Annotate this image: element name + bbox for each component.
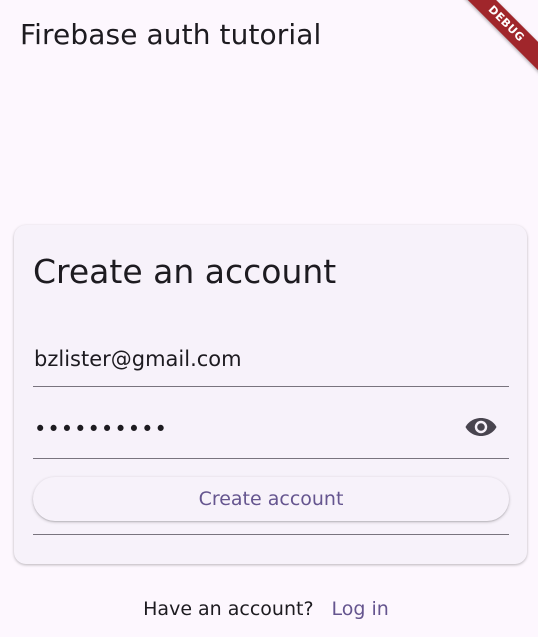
debug-banner: DEBUG — [458, 0, 538, 80]
app-screen: Firebase auth tutorial DEBUG Create an a… — [0, 0, 538, 637]
password-input[interactable] — [33, 399, 509, 458]
debug-badge: DEBUG — [458, 0, 538, 74]
password-field[interactable] — [33, 399, 509, 459]
create-account-button[interactable]: Create account — [33, 477, 509, 521]
have-account-text: Have an account? — [143, 598, 314, 620]
card-divider — [33, 534, 509, 535]
card-title: Create an account — [33, 252, 337, 291]
eye-icon — [465, 418, 497, 436]
app-bar-title: Firebase auth tutorial — [20, 18, 322, 51]
toggle-password-visibility-button[interactable] — [463, 413, 499, 441]
log-in-link[interactable]: Log in — [326, 598, 395, 620]
email-input[interactable] — [33, 335, 509, 386]
signup-card: Create an account Create account — [14, 225, 527, 564]
login-prompt-row: Have an account? Log in — [0, 595, 538, 623]
email-field[interactable] — [33, 335, 509, 387]
